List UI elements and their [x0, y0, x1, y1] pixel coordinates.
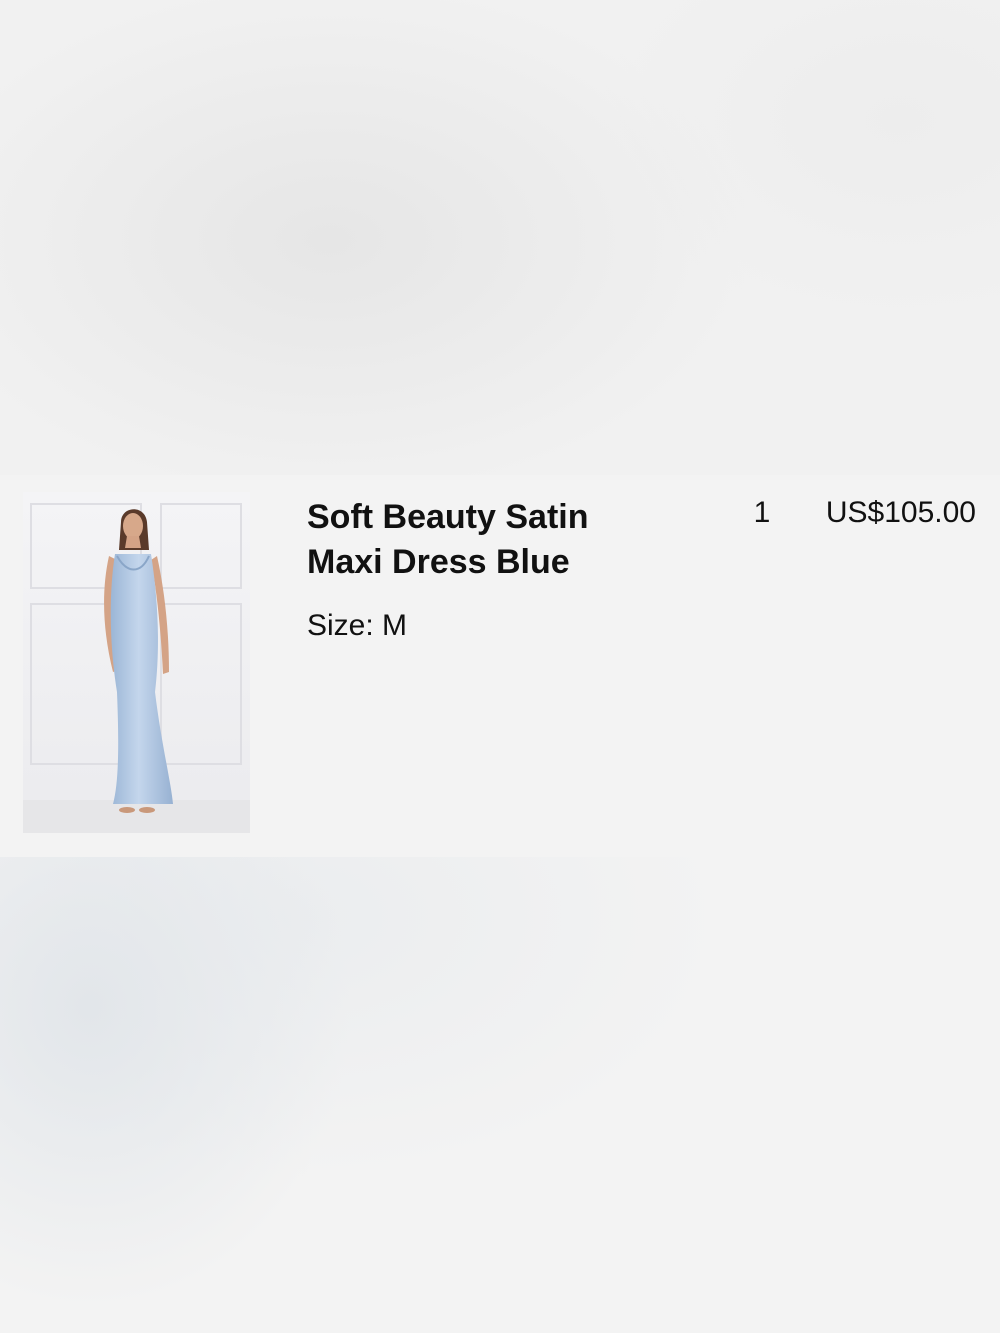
size-value: M: [382, 609, 408, 642]
quantity-value: 1: [753, 496, 771, 529]
price-value: US$105.00: [825, 496, 976, 529]
product-name[interactable]: Soft Beauty Satin Maxi Dress Blue: [307, 495, 667, 585]
product-photo: [23, 492, 250, 833]
order-line-item: Soft Beauty Satin Maxi Dress Blue Size: …: [0, 475, 1000, 857]
size-label: Size:: [307, 609, 374, 642]
blurred-background-top: [0, 0, 1000, 475]
blurred-background-bottom: [0, 857, 1000, 1333]
product-thumbnail[interactable]: [23, 492, 250, 833]
product-size: Size: M: [307, 608, 407, 644]
